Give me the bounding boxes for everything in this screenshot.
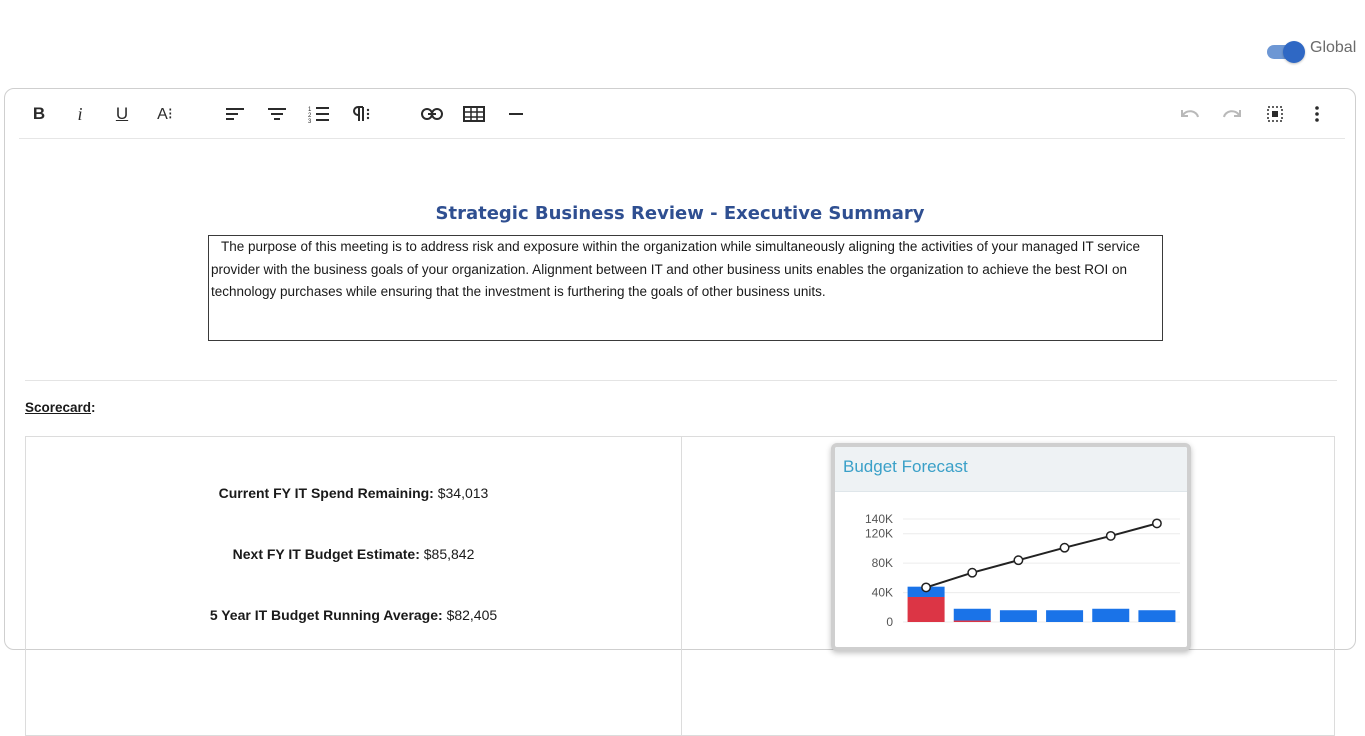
insert-table-button[interactable] <box>461 101 487 127</box>
align-center-icon <box>268 108 286 120</box>
scorecard-heading-colon: : <box>91 400 96 415</box>
scorecard-heading-text: Scorecard <box>25 400 92 415</box>
select-all-button[interactable] <box>1262 101 1288 127</box>
metric-value: $85,842 <box>423 546 475 562</box>
italic-button[interactable]: i <box>67 101 93 127</box>
section-divider <box>25 380 1337 381</box>
insert-horizontal-line-button[interactable] <box>503 101 529 127</box>
metric-current-fy-spend: Current FY IT Spend Remaining: $34,013 <box>26 485 681 501</box>
metric-label: Next FY IT Budget Estimate: <box>232 546 420 562</box>
align-left-icon <box>226 108 244 120</box>
trend-point <box>921 582 932 593</box>
bar-red <box>907 596 945 622</box>
bar-blue <box>999 610 1037 622</box>
y-tick-label: 40K <box>872 586 893 600</box>
numbered-list-button[interactable]: 123 <box>306 101 332 127</box>
trend-point <box>967 567 978 578</box>
widget-title: Budget Forecast <box>843 457 968 476</box>
select-all-icon <box>1267 106 1283 122</box>
undo-icon <box>1181 110 1199 118</box>
document-title: Strategic Business Review - Executive Su… <box>435 203 925 224</box>
executive-summary-box: The purpose of this meeting is to addres… <box>208 235 1163 341</box>
scorecard-table: Current FY IT Spend Remaining: $34,013 N… <box>25 436 1335 736</box>
metric-five-year-average: 5 Year IT Budget Running Average: $82,40… <box>26 607 681 623</box>
underline-icon: U <box>115 104 129 123</box>
bar-blue <box>953 608 991 621</box>
redo-icon <box>1223 110 1241 118</box>
bold-icon: B <box>32 104 46 123</box>
y-tick-label: 80K <box>872 556 893 570</box>
global-switch[interactable] <box>1266 38 1305 64</box>
insert-link-button[interactable] <box>419 101 445 127</box>
paragraph-format-button[interactable] <box>348 101 374 127</box>
align-center-button[interactable] <box>264 101 290 127</box>
global-label: Global <box>1310 39 1357 56</box>
metric-label: 5 Year IT Budget Running Average: <box>209 607 443 623</box>
bar-blue <box>1138 610 1176 622</box>
y-tick-label: 140K <box>865 512 893 526</box>
widget-header: Budget Forecast <box>835 447 1187 492</box>
svg-text:3: 3 <box>308 119 312 123</box>
paragraph-icon <box>353 106 370 121</box>
rich-text-editor: B i U A⁝ 123 Strategic Business Review -… <box>4 88 1356 736</box>
metric-value: $82,405 <box>446 607 498 623</box>
trend-point <box>1013 555 1024 566</box>
global-toggle[interactable]: Global <box>1266 38 1356 64</box>
budget-forecast-chart: 0 40K 80K 120K140K <box>865 512 1180 629</box>
budget-forecast-widget[interactable]: Budget Forecast 0 40K 80K 120K 140K <box>831 443 1191 651</box>
metric-next-fy-budget: Next FY IT Budget Estimate: $85,842 <box>26 546 681 562</box>
link-icon <box>421 108 443 120</box>
executive-summary-text: The purpose of this meeting is to addres… <box>211 239 1140 299</box>
trend-line <box>925 522 1158 589</box>
align-left-button[interactable] <box>222 101 248 127</box>
undo-button[interactable] <box>1177 101 1203 127</box>
more-vertical-icon <box>1315 106 1319 122</box>
trend-point <box>1059 542 1070 553</box>
bold-button[interactable]: B <box>26 101 52 127</box>
underline-button[interactable]: U <box>109 101 135 127</box>
trend-point <box>1105 530 1116 541</box>
italic-icon: i <box>77 103 83 124</box>
editor-content[interactable]: Strategic Business Review - Executive Su… <box>5 139 1355 736</box>
font-options-button[interactable]: A⁝ <box>152 101 178 127</box>
metric-label: Current FY IT Spend Remaining: <box>218 485 434 501</box>
horizontal-line-icon <box>509 113 523 115</box>
y-tick-label: 0 <box>886 615 893 629</box>
y-tick-label: 120K <box>865 527 893 541</box>
metric-value: $34,013 <box>437 485 489 501</box>
bar-blue <box>1046 610 1084 622</box>
editor-toolbar: B i U A⁝ 123 <box>19 89 1345 139</box>
scorecard-heading: Scorecard: <box>25 400 96 415</box>
switch-knob[interactable] <box>1283 41 1305 63</box>
bar-blue <box>1092 608 1130 622</box>
font-size-icon: A⁝ <box>157 106 173 123</box>
bar-red <box>953 620 991 622</box>
table-icon <box>463 106 485 122</box>
numbered-list-icon: 123 <box>308 107 329 123</box>
more-options-button[interactable] <box>1304 101 1330 127</box>
table-column-divider <box>681 437 682 735</box>
trend-point <box>1151 518 1162 529</box>
redo-button[interactable] <box>1219 101 1245 127</box>
